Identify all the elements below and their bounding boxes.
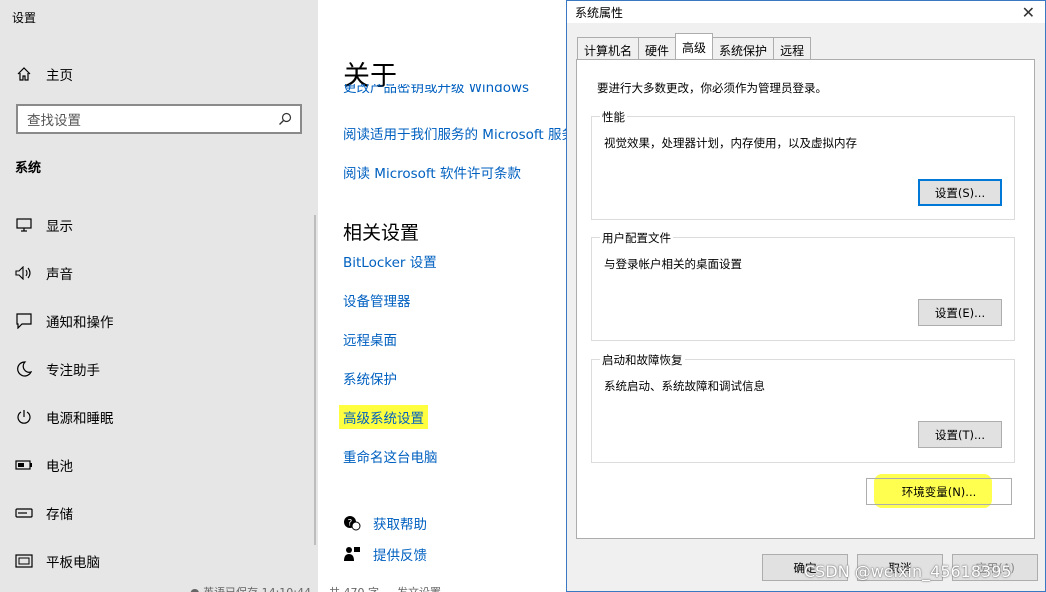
sidebar-item-label: 通知和操作 bbox=[46, 315, 114, 331]
search-input[interactable]: 查找设置 bbox=[16, 104, 302, 134]
group-desc: 系统启动、系统故障和调试信息 bbox=[604, 379, 765, 393]
sidebar-item-label: 电源和睡眠 bbox=[46, 411, 114, 427]
advanced-tab-panel: 要进行大多数更改，你必须作为管理员登录。 性能 视觉效果，处理器计划，内存使用，… bbox=[576, 59, 1035, 539]
environment-variables-button[interactable]: 环境变量(N)... bbox=[866, 478, 1012, 505]
status-strip: ● 英语已保存 14:10:44 … 共 470 字 … 发文设置 bbox=[190, 584, 441, 592]
dialog-titlebar[interactable]: 系统属性 ✕ bbox=[567, 1, 1045, 23]
group-performance: 性能 视觉效果，处理器计划，内存使用，以及虚拟内存 设置(S)... bbox=[591, 109, 1015, 220]
tablet-icon bbox=[14, 551, 34, 571]
admin-notice: 要进行大多数更改，你必须作为管理员登录。 bbox=[597, 81, 827, 95]
link-feedback[interactable]: 提供反馈 bbox=[343, 544, 427, 564]
group-desc: 视觉效果，处理器计划，内存使用，以及虚拟内存 bbox=[604, 136, 857, 150]
link-license-terms[interactable]: 阅读 Microsoft 软件许可条款 bbox=[343, 162, 521, 182]
group-label: 性能 bbox=[600, 109, 627, 125]
feedback-label: 提供反馈 bbox=[373, 548, 427, 564]
tab-hardware[interactable]: 硬件 bbox=[638, 37, 677, 59]
group-user-profiles: 用户配置文件 与登录帐户相关的桌面设置 设置(E)... bbox=[591, 230, 1015, 341]
link-system-protection[interactable]: 系统保护 bbox=[343, 368, 397, 388]
sidebar-item-label: 电池 bbox=[46, 459, 73, 475]
sidebar-item-label: 声音 bbox=[46, 267, 73, 283]
sidebar-home-label: 主页 bbox=[46, 68, 73, 84]
link-product-key[interactable]: 更改产品密钥或升级 Windows bbox=[343, 84, 529, 98]
app-title: 设置 bbox=[12, 11, 37, 25]
search-placeholder: 查找设置 bbox=[27, 113, 81, 129]
group-startup-recovery: 启动和故障恢复 系统启动、系统故障和调试信息 设置(T)... bbox=[591, 352, 1015, 463]
settings-sidebar: 设置 主页 查找设置 系统 显示 声音 通知和操作 专注助手 电源和睡眠 电池 … bbox=[0, 0, 318, 592]
home-icon bbox=[17, 67, 31, 81]
related-settings-title: 相关设置 bbox=[343, 222, 420, 244]
sidebar-item-storage[interactable]: 存储 bbox=[14, 501, 73, 525]
sidebar-item-label: 存储 bbox=[46, 507, 73, 523]
link-service-agreement[interactable]: 阅读适用于我们服务的 Microsoft 服务协议 bbox=[343, 123, 568, 143]
sidebar-item-display[interactable]: 显示 bbox=[14, 213, 73, 237]
sidebar-item-label: 专注助手 bbox=[46, 363, 100, 379]
sidebar-item-label: 显示 bbox=[46, 219, 73, 235]
dialog-tabs: 计算机名 硬件 高级 系统保护 远程 bbox=[577, 33, 812, 59]
group-desc: 与登录帐户相关的桌面设置 bbox=[604, 257, 742, 271]
notification-icon bbox=[14, 311, 34, 331]
link-advanced-system-settings[interactable]: 高级系统设置 bbox=[339, 405, 428, 429]
tab-system-protection[interactable]: 系统保护 bbox=[712, 37, 775, 59]
storage-icon bbox=[14, 503, 34, 523]
sidebar-item-focus-assist[interactable]: 专注助手 bbox=[14, 357, 100, 381]
battery-icon bbox=[14, 455, 34, 475]
sidebar-item-label: 平板电脑 bbox=[46, 555, 100, 571]
link-device-manager[interactable]: 设备管理器 bbox=[343, 290, 411, 310]
link-bitlocker[interactable]: BitLocker 设置 bbox=[343, 251, 437, 271]
link-rename-pc[interactable]: 重命名这台电脑 bbox=[343, 446, 438, 466]
help-icon: ? bbox=[344, 516, 361, 531]
speaker-icon bbox=[14, 263, 34, 283]
tab-advanced[interactable]: 高级 bbox=[675, 33, 714, 59]
monitor-icon bbox=[14, 215, 34, 235]
moon-icon bbox=[14, 359, 34, 379]
user-profile-settings-button[interactable]: 设置(E)... bbox=[918, 299, 1002, 326]
sidebar-item-tablet[interactable]: 平板电脑 bbox=[14, 549, 100, 573]
link-remote-desktop[interactable]: 远程桌面 bbox=[343, 329, 397, 349]
sidebar-item-battery[interactable]: 电池 bbox=[14, 453, 73, 477]
close-icon[interactable]: ✕ bbox=[1022, 3, 1035, 22]
tab-remote[interactable]: 远程 bbox=[773, 37, 812, 59]
performance-settings-button[interactable]: 设置(S)... bbox=[918, 179, 1002, 206]
sidebar-item-power[interactable]: 电源和睡眠 bbox=[14, 405, 114, 429]
sidebar-item-notifications[interactable]: 通知和操作 bbox=[14, 309, 114, 333]
tab-computer-name[interactable]: 计算机名 bbox=[577, 37, 640, 59]
feedback-icon bbox=[344, 547, 360, 561]
search-icon bbox=[279, 112, 292, 125]
section-label: 系统 bbox=[15, 161, 42, 176]
settings-main: 关于 更改产品密钥或升级 Windows 阅读适用于我们服务的 Microsof… bbox=[318, 0, 568, 592]
group-label: 启动和故障恢复 bbox=[600, 352, 685, 368]
power-icon bbox=[14, 407, 34, 427]
startup-settings-button[interactable]: 设置(T)... bbox=[918, 421, 1002, 448]
main-scrollbar[interactable] bbox=[314, 215, 316, 545]
link-get-help[interactable]: ? 获取帮助 bbox=[343, 513, 427, 533]
help-label: 获取帮助 bbox=[373, 517, 427, 533]
group-label: 用户配置文件 bbox=[600, 230, 673, 246]
sidebar-item-sound[interactable]: 声音 bbox=[14, 261, 73, 285]
dialog-title: 系统属性 bbox=[575, 5, 624, 20]
sidebar-home[interactable]: 主页 bbox=[16, 64, 73, 84]
watermark: CSDN @weixin_45618395 bbox=[804, 562, 1012, 581]
